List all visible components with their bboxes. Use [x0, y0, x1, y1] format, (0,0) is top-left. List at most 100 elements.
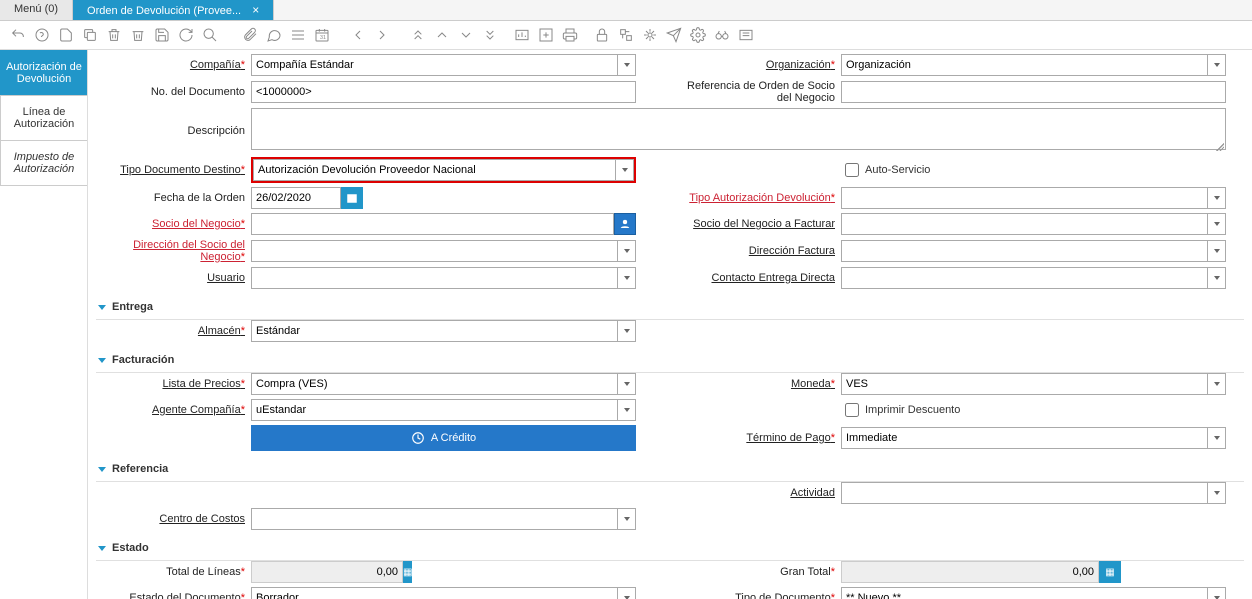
section-entrega[interactable]: Entrega: [96, 295, 1244, 320]
dropdown-icon[interactable]: [1208, 54, 1226, 76]
section-facturacion[interactable]: Facturación: [96, 348, 1244, 373]
field-termino-pago[interactable]: [841, 427, 1226, 449]
section-referencia[interactable]: Referencia: [96, 457, 1244, 482]
label-almacen: Almacén*: [96, 325, 251, 337]
dropdown-icon[interactable]: [1208, 587, 1226, 599]
dropdown-icon[interactable]: [1208, 267, 1226, 289]
export-icon[interactable]: [536, 25, 556, 45]
collapse-icon: [98, 546, 106, 551]
zoom-icon[interactable]: [616, 25, 636, 45]
field-compania[interactable]: [251, 54, 636, 76]
tab-linea-autorizacion[interactable]: Línea de Autorización: [0, 95, 87, 141]
dropdown-icon[interactable]: [1208, 213, 1226, 235]
tab-menu[interactable]: Menú (0): [0, 0, 73, 20]
label-direccion-socio[interactable]: Dirección del Socio del Negocio*: [96, 239, 251, 263]
field-direccion-socio[interactable]: [251, 240, 636, 262]
field-fecha-orden[interactable]: [251, 187, 381, 209]
field-centro-costos[interactable]: [251, 508, 636, 530]
dropdown-icon[interactable]: [1208, 240, 1226, 262]
attach-icon[interactable]: [240, 25, 260, 45]
process-icon[interactable]: [640, 25, 660, 45]
grid-icon[interactable]: [288, 25, 308, 45]
section-estado[interactable]: Estado: [96, 536, 1244, 561]
info-icon[interactable]: [736, 25, 756, 45]
field-usuario[interactable]: [251, 267, 636, 289]
checkbox-autoservicio[interactable]: [845, 163, 859, 177]
field-moneda[interactable]: [841, 373, 1226, 395]
save-icon[interactable]: [152, 25, 172, 45]
dropdown-icon[interactable]: [618, 267, 636, 289]
dropdown-icon[interactable]: [1208, 482, 1226, 504]
field-agente[interactable]: [251, 399, 636, 421]
prev-icon[interactable]: [348, 25, 368, 45]
calendar-picker-icon[interactable]: [341, 187, 363, 209]
settings-icon[interactable]: [688, 25, 708, 45]
refresh-icon[interactable]: [176, 25, 196, 45]
lock-icon[interactable]: [592, 25, 612, 45]
undo-icon[interactable]: [8, 25, 28, 45]
dropdown-icon[interactable]: [618, 373, 636, 395]
dropdown-icon[interactable]: [618, 587, 636, 599]
tab-orden-devolucion[interactable]: Orden de Devolución (Provee... ×: [73, 0, 274, 20]
dropdown-icon[interactable]: [1208, 187, 1226, 209]
main-area: Autorización de Devolución Línea de Auto…: [0, 50, 1252, 599]
field-tipo-doc[interactable]: [841, 587, 1226, 599]
search-icon[interactable]: [200, 25, 220, 45]
label-no-doc: No. del Documento: [96, 86, 251, 98]
field-tipo-doc-destino[interactable]: [251, 157, 636, 183]
dropdown-icon[interactable]: [618, 508, 636, 530]
up-icon[interactable]: [432, 25, 452, 45]
dropdown-icon[interactable]: [618, 399, 636, 421]
binoculars-icon[interactable]: [712, 25, 732, 45]
checkbox-imprimir-desc[interactable]: [845, 403, 859, 417]
dropdown-icon[interactable]: [618, 320, 636, 342]
dropdown-icon[interactable]: [1208, 427, 1226, 449]
workflow-icon[interactable]: [664, 25, 684, 45]
field-ref-orden[interactable]: [841, 81, 1226, 103]
svg-text:31: 31: [320, 35, 326, 41]
archive-icon[interactable]: [128, 25, 148, 45]
dropdown-icon[interactable]: [1208, 373, 1226, 395]
label-tipo-aut[interactable]: Tipo Autorización Devolución*: [686, 192, 841, 204]
lookup-button[interactable]: [614, 213, 636, 235]
calculator-icon[interactable]: [1099, 561, 1121, 583]
delete-icon[interactable]: [104, 25, 124, 45]
button-a-credito[interactable]: A Crédito: [251, 425, 636, 451]
calculator-icon[interactable]: [403, 561, 412, 583]
dropdown-icon[interactable]: [618, 240, 636, 262]
chat-icon[interactable]: [264, 25, 284, 45]
new-icon[interactable]: [56, 25, 76, 45]
dropdown-icon[interactable]: [616, 159, 634, 181]
help-icon[interactable]: [32, 25, 52, 45]
calendar-icon[interactable]: 31: [312, 25, 332, 45]
field-socio-fact[interactable]: [841, 213, 1226, 235]
field-estado-doc[interactable]: [251, 587, 636, 599]
field-organizacion[interactable]: [841, 54, 1226, 76]
label-descripcion: Descripción: [96, 125, 251, 137]
label-autoservicio: Auto-Servicio: [865, 164, 930, 176]
copy-icon[interactable]: [80, 25, 100, 45]
tab-close-icon[interactable]: ×: [252, 3, 259, 17]
first-icon[interactable]: [408, 25, 428, 45]
field-tipo-aut[interactable]: [841, 187, 1226, 209]
field-no-doc[interactable]: [251, 81, 636, 103]
field-almacen[interactable]: [251, 320, 636, 342]
side-tabs: Autorización de Devolución Línea de Auto…: [0, 50, 88, 599]
down-icon[interactable]: [456, 25, 476, 45]
field-contacto[interactable]: [841, 267, 1226, 289]
last-icon[interactable]: [480, 25, 500, 45]
field-socio[interactable]: [251, 213, 636, 235]
field-actividad[interactable]: [841, 482, 1226, 504]
field-direccion-fact[interactable]: [841, 240, 1226, 262]
field-gran-total: [841, 561, 1121, 583]
label-socio[interactable]: Socio del Negocio*: [96, 218, 251, 230]
label-ref-orden: Referencia de Orden de Socio del Negocio: [686, 80, 841, 104]
print-icon[interactable]: [560, 25, 580, 45]
dropdown-icon[interactable]: [618, 54, 636, 76]
field-lista-precios[interactable]: [251, 373, 636, 395]
field-descripcion[interactable]: [251, 108, 1226, 150]
tab-autorizacion-devolucion[interactable]: Autorización de Devolución: [0, 50, 87, 96]
report-icon[interactable]: [512, 25, 532, 45]
next-icon[interactable]: [372, 25, 392, 45]
tab-impuesto-autorizacion[interactable]: Impuesto de Autorización: [0, 140, 87, 186]
